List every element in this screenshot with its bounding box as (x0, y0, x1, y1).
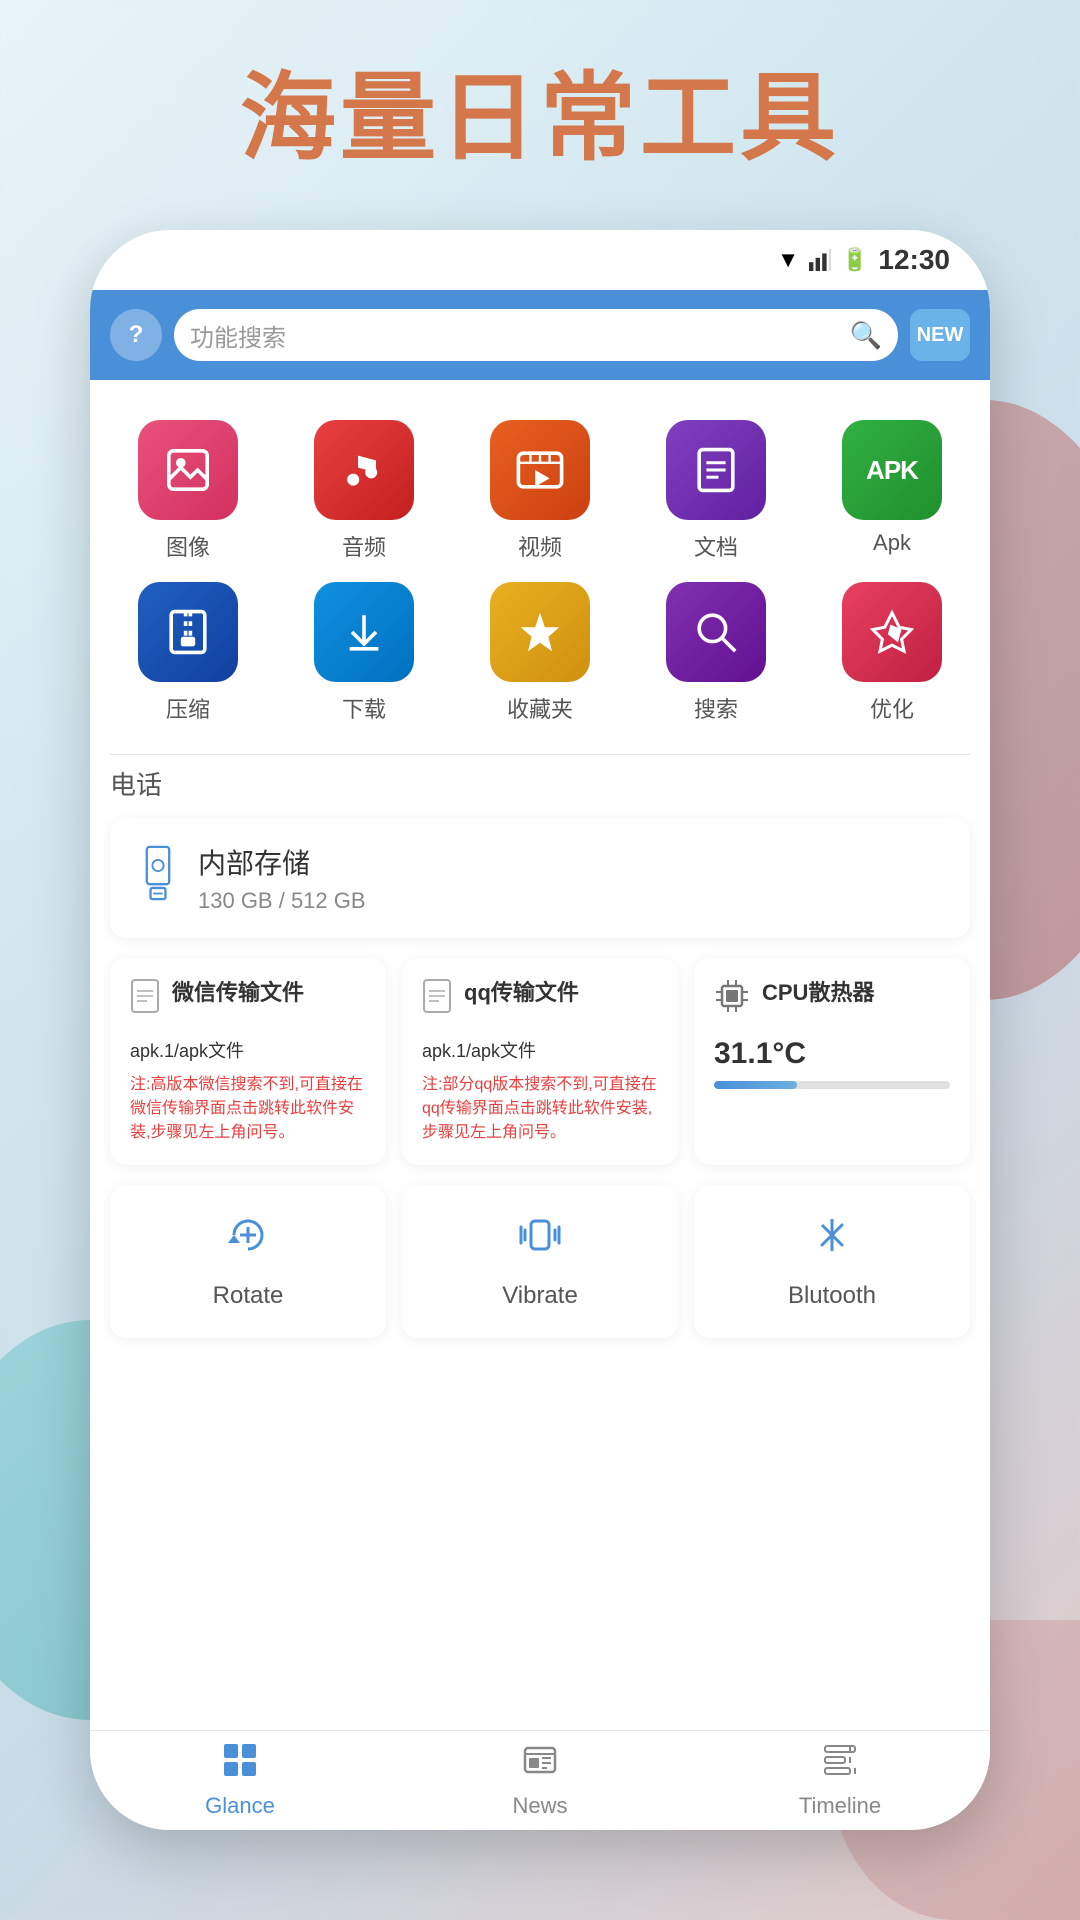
storage-info: 内部存储 130 GB / 512 GB (198, 842, 942, 914)
storage-card[interactable]: 内部存储 130 GB / 512 GB (110, 818, 970, 938)
app-item-download[interactable]: 下载 (286, 582, 442, 724)
rotate-icon (226, 1213, 270, 1268)
nav-item-glance[interactable]: Glance (90, 1742, 390, 1819)
nav-item-news[interactable]: News (390, 1742, 690, 1819)
wechat-card[interactable]: 微信传输文件 apk.1/apk文件 注:高版本微信搜索不到,可直接在微信传输界… (110, 958, 386, 1165)
cpu-card[interactable]: CPU散热器 31.1°C (694, 958, 970, 1165)
fav-label: 收藏夹 (507, 692, 573, 724)
search-placeholder: 功能搜索 (190, 318, 840, 353)
bottom-nav: Glance News (90, 1730, 990, 1830)
app-item-image[interactable]: 图像 (110, 420, 266, 562)
utility-cards: Rotate Vibrate (110, 1185, 970, 1338)
app-item-search[interactable]: 搜索 (638, 582, 794, 724)
image-icon (138, 420, 238, 520)
qq-card-header: qq传输文件 (422, 978, 658, 1023)
app-item-audio[interactable]: 音频 (286, 420, 442, 562)
app-item-apk[interactable]: APK Apk (814, 420, 970, 562)
video-label: 视频 (518, 530, 562, 562)
app-grid: 图像 音频 (110, 400, 970, 744)
glance-icon (222, 1742, 258, 1787)
vibrate-label: Vibrate (502, 1282, 578, 1310)
cpu-bar-fill (714, 1081, 797, 1089)
search-label: 搜索 (694, 692, 738, 724)
timeline-icon (822, 1742, 858, 1787)
image-label: 图像 (166, 530, 210, 562)
cpu-card-header: CPU散热器 (714, 978, 950, 1023)
status-icons: ▼ 🔋 12:30 (777, 244, 950, 276)
search-bar[interactable]: 功能搜索 🔍 (174, 309, 898, 361)
feature-cards: 微信传输文件 apk.1/apk文件 注:高版本微信搜索不到,可直接在微信传输界… (110, 958, 970, 1165)
apk-label: Apk (873, 530, 911, 556)
wechat-card-title: 微信传输文件 (172, 978, 304, 1009)
status-bar: ▼ 🔋 12:30 (90, 230, 990, 290)
main-content: 图像 音频 (90, 380, 990, 1730)
wechat-card-subtitle: apk.1/apk文件 (130, 1037, 366, 1063)
news-label: News (512, 1793, 567, 1819)
storage-icon (138, 845, 178, 911)
optimize-label: 优化 (870, 692, 914, 724)
app-item-zip[interactable]: 压缩 (110, 582, 266, 724)
video-icon (490, 420, 590, 520)
battery-icon: 🔋 (841, 247, 868, 273)
divider-1 (110, 754, 970, 755)
help-button[interactable]: ? (110, 309, 162, 361)
download-label: 下载 (342, 692, 386, 724)
optimize-icon (842, 582, 942, 682)
wechat-file-icon (130, 978, 160, 1023)
bluetooth-card[interactable]: Blutooth (694, 1185, 970, 1338)
qq-card[interactable]: qq传输文件 apk.1/apk文件 注:部分qq版本搜索不到,可直接在qq传输… (402, 958, 678, 1165)
search-icon[interactable]: 🔍 (850, 320, 882, 351)
app-item-optimize[interactable]: 优化 (814, 582, 970, 724)
cpu-bar (714, 1081, 950, 1089)
app-screen: ? 功能搜索 🔍 NEW (90, 290, 990, 1830)
rotate-label: Rotate (213, 1282, 284, 1310)
cpu-temp: 31.1°C (714, 1037, 950, 1071)
vibrate-card[interactable]: Vibrate (402, 1185, 678, 1338)
cpu-icon (714, 978, 750, 1023)
qq-file-icon (422, 978, 452, 1023)
search-icon-app (666, 582, 766, 682)
storage-name: 内部存储 (198, 842, 942, 882)
news-icon (522, 1742, 558, 1787)
glance-label: Glance (205, 1793, 275, 1819)
signal-icon (809, 249, 831, 271)
fav-icon (490, 582, 590, 682)
section-title-phone: 电话 (110, 765, 970, 802)
doc-icon (666, 420, 766, 520)
phone-mockup: ▼ 🔋 12:30 ? 功能搜索 🔍 NE (90, 230, 990, 1830)
storage-size: 130 GB / 512 GB (198, 888, 942, 914)
vibrate-icon (518, 1213, 562, 1268)
nav-item-timeline[interactable]: Timeline (690, 1742, 990, 1819)
app-item-doc[interactable]: 文档 (638, 420, 794, 562)
wechat-card-note: 注:高版本微信搜索不到,可直接在微信传输界面点击跳转此软件安装,步骤见左上角问号… (130, 1073, 366, 1145)
download-icon (314, 582, 414, 682)
wechat-card-header: 微信传输文件 (130, 978, 366, 1023)
qq-card-note: 注:部分qq版本搜索不到,可直接在qq传输界面点击跳转此软件安装,步骤见左上角问… (422, 1073, 658, 1145)
app-item-video[interactable]: 视频 (462, 420, 618, 562)
bluetooth-label: Blutooth (788, 1282, 876, 1310)
qq-card-subtitle: apk.1/apk文件 (422, 1037, 658, 1063)
page-title: 海量日常工具 (0, 40, 1080, 179)
doc-label: 文档 (694, 530, 738, 562)
audio-icon (314, 420, 414, 520)
zip-icon (138, 582, 238, 682)
new-badge[interactable]: NEW (910, 309, 970, 361)
zip-label: 压缩 (166, 692, 210, 724)
app-item-fav[interactable]: 收藏夹 (462, 582, 618, 724)
apk-icon: APK (842, 420, 942, 520)
qq-card-title: qq传输文件 (464, 978, 579, 1009)
top-bar: ? 功能搜索 🔍 NEW (90, 290, 990, 380)
cpu-card-title: CPU散热器 (762, 978, 874, 1009)
status-time: 12:30 (878, 244, 950, 276)
wifi-icon: ▼ (777, 247, 799, 273)
audio-label: 音频 (342, 530, 386, 562)
timeline-label: Timeline (799, 1793, 881, 1819)
bluetooth-icon (810, 1213, 854, 1268)
rotate-card[interactable]: Rotate (110, 1185, 386, 1338)
